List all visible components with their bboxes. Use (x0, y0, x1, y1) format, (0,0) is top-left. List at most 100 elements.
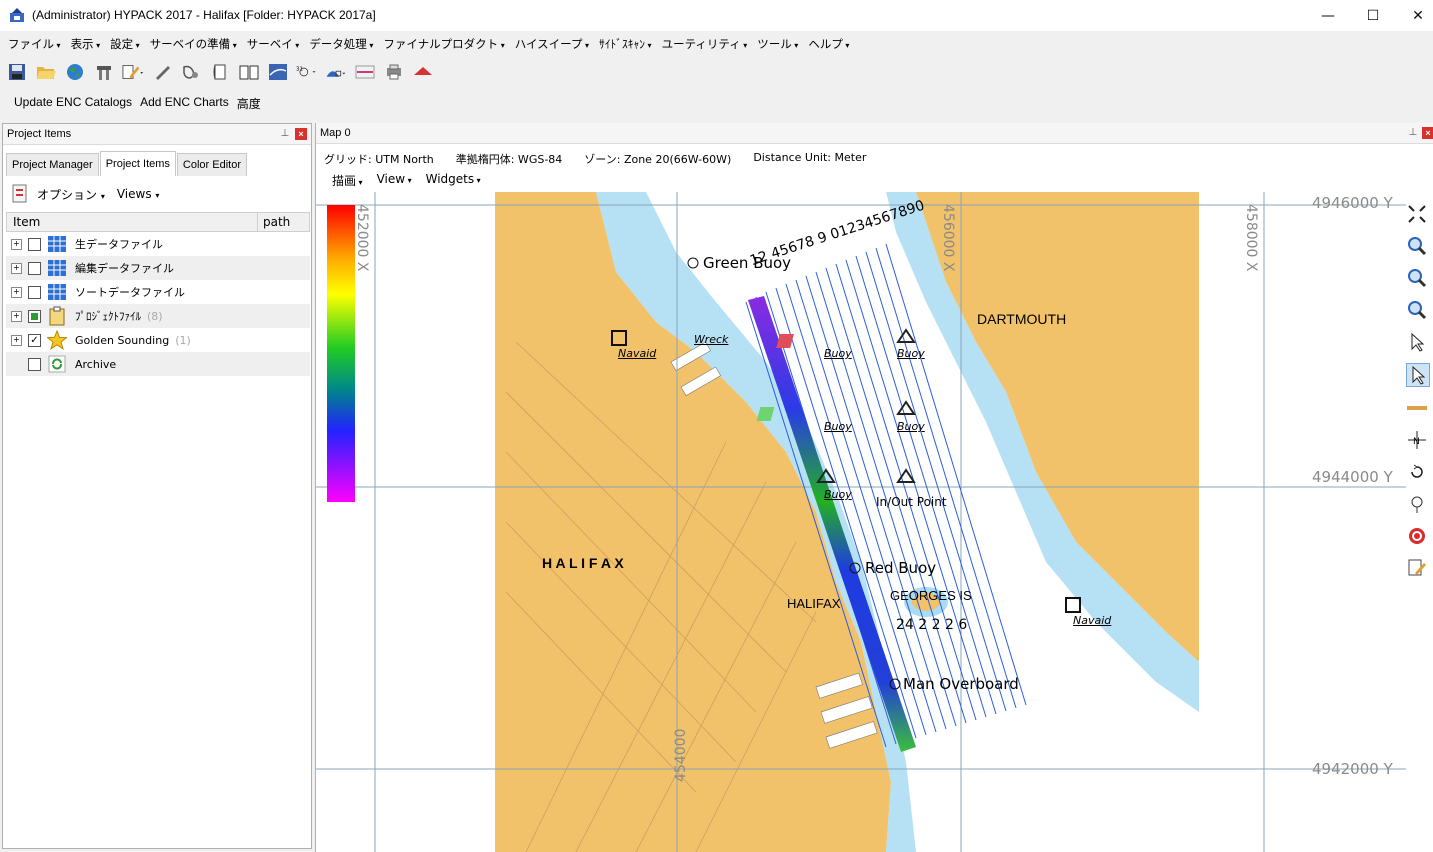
menu-settings[interactable]: 設定 (110, 36, 140, 52)
ruler-icon[interactable] (151, 61, 173, 83)
options-icon[interactable] (11, 184, 29, 204)
height-button[interactable]: 高度 (237, 95, 261, 112)
nautical-chart[interactable] (316, 192, 1433, 852)
views-dropdown[interactable]: Views ▾ (117, 187, 160, 201)
rotate-icon[interactable] (1406, 461, 1428, 483)
globe-icon[interactable] (64, 61, 86, 83)
select-pointer-icon[interactable] (1406, 331, 1428, 353)
tree-row-edited-data[interactable]: + 編集データファイル (6, 256, 310, 280)
menu-survey[interactable]: サーベイ (247, 36, 300, 52)
expand-icon[interactable]: + (11, 310, 22, 322)
options-dropdown[interactable]: オプション ▾ (37, 186, 105, 203)
grid-label-x4: 458000 X (1243, 204, 1259, 272)
maximize-button[interactable]: ☐ (1350, 0, 1396, 31)
menu-file[interactable]: ファイル (8, 36, 61, 52)
main-toolbar: 31 (6, 58, 441, 86)
star-icon (47, 330, 67, 350)
map-layers-icon[interactable]: 31 (296, 61, 318, 83)
row-checkbox[interactable] (28, 285, 41, 299)
tree-row-sorted-data[interactable]: + ソートデータファイル (6, 280, 310, 304)
row-checkbox-partial[interactable] (28, 309, 41, 323)
expand-icon[interactable]: + (11, 286, 22, 298)
print-icon[interactable] (383, 61, 405, 83)
north-arrow-icon[interactable]: N (1406, 429, 1428, 451)
project-items-header: Project Items ⊥ × (3, 124, 311, 145)
update-enc-catalogs-button[interactable]: Update ENC Catalogs (14, 95, 132, 112)
map-menu-view[interactable]: View (377, 172, 412, 189)
tree-label: 編集データファイル (75, 262, 174, 275)
column-item[interactable]: Item (13, 215, 40, 229)
tab-color-editor[interactable]: Color Editor (176, 153, 247, 176)
map-close-icon[interactable]: × (1422, 127, 1433, 139)
sounding-tool-icon[interactable] (1406, 493, 1428, 515)
menu-final-product[interactable]: ファイナルプロダクト (383, 36, 504, 52)
window-title: (Administrator) HYPACK 2017 - Halifax [F… (32, 8, 376, 22)
svg-text:31: 31 (296, 66, 303, 72)
map-info-bar: グリッド: UTM North 準拠楕円体: WGS-84 ゾーン: Zone … (324, 151, 888, 167)
save-icon[interactable] (6, 61, 28, 83)
menu-utility[interactable]: ユーティリティ (662, 36, 748, 52)
close-button[interactable]: ✕ (1395, 0, 1433, 31)
tab-project-items[interactable]: Project Items (99, 151, 176, 176)
tree-count: (8) (147, 309, 163, 323)
svg-text:N: N (1413, 437, 1420, 447)
tree-label: ﾌﾟﾛｼﾞｪｸﾄﾌｧｲﾙ (75, 310, 141, 323)
target-icon[interactable] (1406, 525, 1428, 547)
label-buoy-4: Buoy (897, 420, 925, 433)
menu-view[interactable]: 表示 (71, 36, 101, 52)
add-enc-charts-button[interactable]: Add ENC Charts (140, 95, 229, 112)
menu-tools[interactable]: ツール (757, 36, 798, 52)
edit-icon[interactable] (122, 61, 144, 83)
grid-label-x2: 454000 (673, 728, 689, 782)
zoom-out-icon[interactable] (1406, 267, 1428, 289)
zoom-extents-icon[interactable] (1406, 203, 1428, 225)
flag-icon[interactable] (267, 61, 289, 83)
column-path[interactable]: path (263, 215, 290, 229)
row-checkbox[interactable] (28, 357, 41, 371)
menu-data-processing[interactable]: データ処理 (309, 36, 373, 52)
tree-row-raw-data[interactable]: + 生データファイル (6, 232, 310, 256)
clipboard-icon (47, 306, 67, 326)
map-menu-widgets[interactable]: Widgets (426, 172, 481, 189)
page-icon[interactable] (209, 61, 231, 83)
panel-close-icon[interactable]: × (295, 128, 307, 140)
menu-help[interactable]: ヘルプ (808, 36, 849, 52)
helicopter-icon[interactable] (180, 61, 202, 83)
pan-pointer-icon[interactable] (1406, 363, 1430, 387)
label-red-buoy: Red Buoy (865, 559, 937, 577)
book-icon[interactable] (238, 61, 260, 83)
grid-label-y3: 4942000 Y (1312, 760, 1393, 778)
expand-icon[interactable]: + (11, 262, 22, 274)
tools-icon[interactable] (93, 61, 115, 83)
row-checkbox-checked[interactable]: ✓ (28, 333, 41, 347)
tree-row-project-files[interactable]: + ﾌﾟﾛｼﾞｪｸﾄﾌｧｲﾙ (8) (6, 304, 310, 328)
menu-survey-prep[interactable]: サーベイの準備 (150, 36, 237, 52)
zoom-in-icon[interactable] (1406, 235, 1428, 257)
tree-count: (1) (175, 333, 191, 347)
zoom-window-icon[interactable] (1406, 299, 1428, 321)
pin-icon[interactable]: ⊥ (1407, 127, 1419, 139)
map-canvas[interactable]: 452000 X 454000 456000 X 458000 X 494600… (316, 192, 1433, 852)
map-menu: 描画 View Widgets (332, 172, 481, 189)
map-menu-draw[interactable]: 描画 (332, 172, 363, 189)
pin-icon[interactable]: ⊥ (279, 128, 291, 140)
minimize-button[interactable]: — (1305, 0, 1351, 31)
menu-sidescan[interactable]: ｻｲﾄﾞｽｷｬﾝ (599, 36, 652, 52)
measure-bar-icon[interactable] (1406, 397, 1428, 419)
project-items-panel: Project Items ⊥ × Project Manager Projec… (2, 123, 312, 849)
tree-label: 生データファイル (75, 238, 163, 251)
row-checkbox[interactable] (28, 261, 41, 275)
menu-hysweep[interactable]: ハイスイープ (515, 36, 589, 52)
open-folder-icon[interactable] (35, 61, 57, 83)
expand-icon[interactable]: + (11, 334, 22, 346)
tab-project-manager[interactable]: Project Manager (6, 153, 99, 176)
row-checkbox[interactable] (28, 237, 41, 251)
expand-icon[interactable]: + (11, 238, 22, 250)
sonar-icon[interactable] (325, 61, 347, 83)
tree-row-golden-sounding[interactable]: + ✓ Golden Sounding (1) (6, 328, 310, 352)
chart-icon[interactable] (354, 61, 376, 83)
tree-row-archive[interactable]: Archive (6, 352, 310, 376)
boat-icon[interactable] (412, 61, 434, 83)
depth-color-bar (327, 205, 355, 502)
edit-note-icon[interactable] (1406, 557, 1428, 579)
